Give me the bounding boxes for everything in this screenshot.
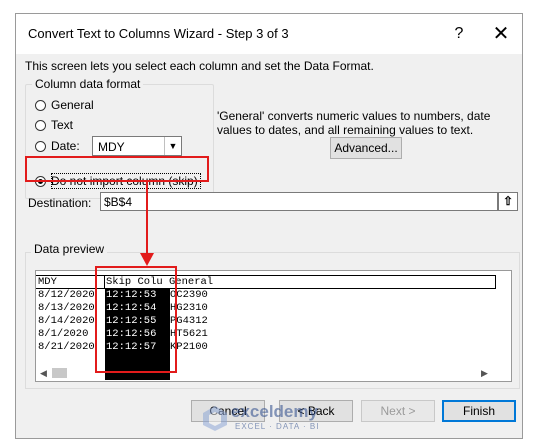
help-icon[interactable]: ? bbox=[444, 21, 474, 47]
radio-text-label: Text bbox=[51, 118, 74, 132]
preview-header-cell[interactable]: General bbox=[169, 276, 249, 288]
preview-header-cell[interactable]: MDY bbox=[38, 276, 102, 288]
scroll-right-icon[interactable]: ▶ bbox=[476, 367, 493, 379]
intro-text: This screen lets you select each column … bbox=[25, 59, 374, 73]
radio-general-circle[interactable] bbox=[35, 99, 46, 111]
text-to-columns-dialog: Convert Text to Columns Wizard - Step 3 … bbox=[15, 13, 523, 439]
radio-date-label: Date: bbox=[51, 139, 80, 153]
radio-general[interactable]: General bbox=[35, 96, 94, 114]
window-title: Convert Text to Columns Wizard - Step 3 … bbox=[28, 26, 289, 41]
preview-cell: 8/12/2020 bbox=[38, 289, 95, 301]
scroll-left-icon[interactable]: ◀ bbox=[35, 367, 52, 379]
preview-cell: 8/14/2020 bbox=[38, 315, 95, 327]
radio-text[interactable]: Text bbox=[35, 116, 73, 134]
horizontal-scroll-thumb[interactable] bbox=[52, 368, 67, 378]
annotation-box-skip-column bbox=[95, 266, 177, 373]
watermark-tagline: EXCEL · DATA · BI bbox=[235, 422, 320, 431]
destination-input[interactable]: $B$4 bbox=[100, 192, 498, 211]
collapse-dialog-icon[interactable]: ⇧ bbox=[498, 192, 518, 211]
date-format-value: MDY bbox=[98, 140, 125, 154]
radio-text-circle[interactable] bbox=[35, 119, 46, 131]
cancel-button[interactable]: Cancel bbox=[191, 400, 265, 422]
date-format-select[interactable]: MDY ▼ bbox=[92, 136, 182, 156]
column-format-label: Column data format bbox=[32, 77, 144, 91]
next-button[interactable]: Next > bbox=[361, 400, 435, 422]
annotation-box-skip-option bbox=[25, 156, 209, 182]
close-icon[interactable]: ✕ bbox=[486, 21, 516, 47]
annotation-arrow-icon bbox=[140, 181, 154, 266]
radio-general-label: General bbox=[51, 98, 94, 112]
chevron-down-icon[interactable]: ▼ bbox=[164, 137, 181, 155]
destination-label: Destination: bbox=[28, 196, 92, 210]
title-bar: Convert Text to Columns Wizard - Step 3 … bbox=[16, 14, 522, 54]
data-preview-label: Data preview bbox=[31, 242, 108, 256]
preview-cell: 8/1/2020 bbox=[38, 328, 89, 340]
back-button[interactable]: < Back bbox=[279, 400, 353, 422]
finish-button[interactable]: Finish bbox=[442, 400, 516, 422]
preview-cell: 8/21/2020 bbox=[38, 341, 95, 353]
radio-date[interactable]: Date: bbox=[35, 137, 80, 155]
advanced-button[interactable]: Advanced... bbox=[330, 137, 402, 159]
radio-date-circle[interactable] bbox=[35, 140, 46, 152]
preview-cell: 8/13/2020 bbox=[38, 302, 95, 314]
destination-value: $B$4 bbox=[104, 195, 133, 209]
general-description: 'General' converts numeric values to num… bbox=[217, 109, 491, 137]
